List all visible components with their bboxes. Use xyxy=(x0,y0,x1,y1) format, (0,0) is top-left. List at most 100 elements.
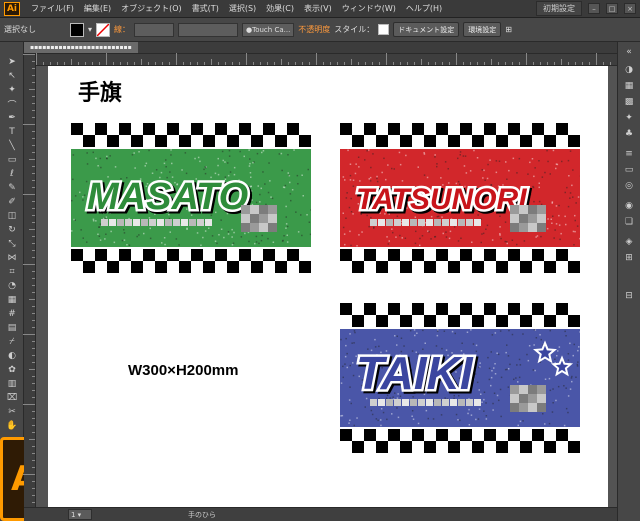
menu-view[interactable]: 表示(V) xyxy=(299,3,337,14)
menu-object[interactable]: オブジェクト(O) xyxy=(116,3,187,14)
lasso-tool-icon[interactable]: ⌒ xyxy=(5,98,19,111)
preferences-button[interactable]: 環境設定 xyxy=(463,22,502,37)
graph-tool-icon[interactable]: ▥ xyxy=(5,378,19,390)
stroke-weight-dropdown[interactable] xyxy=(134,22,175,37)
vertical-ruler[interactable] xyxy=(23,54,36,507)
align-panel-icon[interactable]: ⊟ xyxy=(622,290,636,302)
glitter-speck xyxy=(300,214,302,216)
workspace-switcher[interactable]: 初期設定 xyxy=(536,1,582,16)
rotate-tool-icon[interactable]: ↻ xyxy=(5,224,19,236)
glitter-speck xyxy=(131,154,134,156)
menu-effect[interactable]: 効果(C) xyxy=(261,3,299,14)
gradient-tool-icon[interactable]: ▤ xyxy=(5,322,19,334)
menu-edit[interactable]: 編集(E) xyxy=(79,3,116,14)
maximize-icon[interactable]: □ xyxy=(606,3,618,14)
size-text[interactable]: W300×H200mm xyxy=(128,362,238,379)
magic-wand-icon[interactable]: ✦ xyxy=(5,84,19,96)
free-transform-icon[interactable]: ⌗ xyxy=(5,266,19,278)
menu-window[interactable]: ウィンドウ(W) xyxy=(337,3,401,14)
flag-masato[interactable]: MASATO xyxy=(71,123,311,273)
glitter-speck xyxy=(268,162,270,164)
graphic-styles-icon[interactable]: ❏ xyxy=(622,216,636,228)
fill-swatch[interactable] xyxy=(70,22,84,37)
line-tool-icon[interactable]: ╲ xyxy=(5,140,19,152)
document-tab[interactable]: ▪▪▪▪▪▪▪▪▪▪▪▪▪▪▪▪▪▪▪▪▪▪▪▪▪ xyxy=(24,42,138,53)
layers-panel-icon[interactable]: ◈ xyxy=(622,236,636,248)
brush-dropdown[interactable]: ● Touch Ca... xyxy=(242,22,295,37)
canvas[interactable]: 手旗 W300×H200mm MASATO TATSUNORI TAIKI xyxy=(36,66,617,507)
checker-square xyxy=(412,303,424,315)
eraser-tool-icon[interactable]: ◫ xyxy=(5,210,19,222)
symbols-panel-icon[interactable]: ♣ xyxy=(622,128,636,140)
flag-taiki[interactable]: TAIKI xyxy=(340,303,580,453)
app-logo: Ai xyxy=(4,1,20,16)
horizontal-ruler[interactable] xyxy=(36,53,617,66)
opacity-label[interactable]: 不透明度 xyxy=(298,24,330,35)
artboard[interactable]: 手旗 W300×H200mm MASATO TATSUNORI TAIKI xyxy=(48,66,608,507)
scale-tool-icon[interactable]: ⤡ xyxy=(5,238,19,250)
transparency-panel-icon[interactable]: ◎ xyxy=(622,180,636,192)
glitter-speck xyxy=(344,243,346,246)
gradient-panel-icon[interactable]: ▭ xyxy=(622,164,636,176)
paintbrush-icon[interactable]: ℓ xyxy=(5,168,19,180)
variable-width-dropdown[interactable] xyxy=(178,22,239,37)
stroke-panel-icon[interactable]: ≡ xyxy=(622,148,636,160)
pen-tool-icon[interactable]: ✒ xyxy=(5,112,19,124)
stroke-label[interactable]: 線： xyxy=(114,24,130,35)
glitter-speck xyxy=(550,218,552,220)
document-settings-button[interactable]: ドキュメント設定 xyxy=(393,22,460,37)
menu-file[interactable]: ファイル(F) xyxy=(26,3,79,14)
glitter-speck xyxy=(252,161,254,164)
glitter-speck xyxy=(569,388,572,390)
glitter-speck xyxy=(372,153,374,155)
color-guide-icon[interactable]: ▦ xyxy=(622,80,636,92)
selection-tool-icon[interactable]: ➤ xyxy=(5,56,19,68)
menu-help[interactable]: ヘルプ(H) xyxy=(401,3,447,14)
menu-type[interactable]: 書式(T) xyxy=(187,3,224,14)
rectangle-tool-icon[interactable]: ▭ xyxy=(5,154,19,166)
flag-tatsunori[interactable]: TATSUNORI xyxy=(340,123,580,273)
direct-selection-tool-icon[interactable]: ↖ xyxy=(5,70,19,82)
arrange-icon[interactable]: ⊞ xyxy=(505,25,512,34)
symbol-sprayer-icon[interactable]: ✿ xyxy=(5,364,19,376)
type-tool-icon[interactable]: T xyxy=(5,126,19,138)
checker-square xyxy=(412,429,424,441)
artboard-navigation[interactable]: 1 ▾ xyxy=(68,509,92,520)
blend-tool-icon[interactable]: ◐ xyxy=(5,350,19,362)
chevron-down-icon[interactable]: ▾ xyxy=(88,25,92,34)
close-icon[interactable]: × xyxy=(624,3,636,14)
artboards-panel-icon[interactable]: ⊞ xyxy=(622,252,636,264)
minimize-icon[interactable]: – xyxy=(588,3,600,14)
perspective-grid-icon[interactable]: ▦ xyxy=(5,294,19,306)
artboard-tool-icon[interactable]: ⌧ xyxy=(5,392,19,404)
glitter-speck xyxy=(181,169,183,171)
checker-square xyxy=(95,123,107,135)
mosaic-block xyxy=(510,403,519,412)
width-tool-icon[interactable]: ⋈ xyxy=(5,252,19,264)
style-swatch[interactable] xyxy=(378,24,390,35)
color-panel-icon[interactable]: ◑ xyxy=(622,64,636,76)
menu-select[interactable]: 選択(S) xyxy=(224,3,261,14)
shape-builder-icon[interactable]: ◔ xyxy=(5,280,19,292)
panel-collapse-icon[interactable]: « xyxy=(622,46,636,58)
artboard-title-text[interactable]: 手旗 xyxy=(78,75,122,107)
glitter-speck xyxy=(494,363,496,365)
mosaic-block xyxy=(510,214,519,223)
hand-tool-icon[interactable]: ✋ xyxy=(5,420,19,432)
glitter-speck xyxy=(185,172,188,175)
stroke-swatch[interactable] xyxy=(96,22,111,37)
ruler-tick xyxy=(32,327,35,328)
swatches-panel-icon[interactable]: ▩ xyxy=(622,96,636,108)
blob-brush-icon[interactable]: ✐ xyxy=(5,196,19,208)
checker-square xyxy=(472,135,484,147)
slice-tool-icon[interactable]: ✂ xyxy=(5,406,19,418)
ruler-tick xyxy=(253,62,254,65)
eyedropper-icon[interactable]: ⌿ xyxy=(5,336,19,348)
pencil-tool-icon[interactable]: ✎ xyxy=(5,182,19,194)
appearance-panel-icon[interactable]: ◉ xyxy=(622,200,636,212)
brushes-panel-icon[interactable]: ✦ xyxy=(622,112,636,124)
glitter-speck xyxy=(499,330,502,332)
ruler-tick xyxy=(155,62,156,65)
checker-square xyxy=(388,303,400,315)
mesh-tool-icon[interactable]: # xyxy=(5,308,19,320)
